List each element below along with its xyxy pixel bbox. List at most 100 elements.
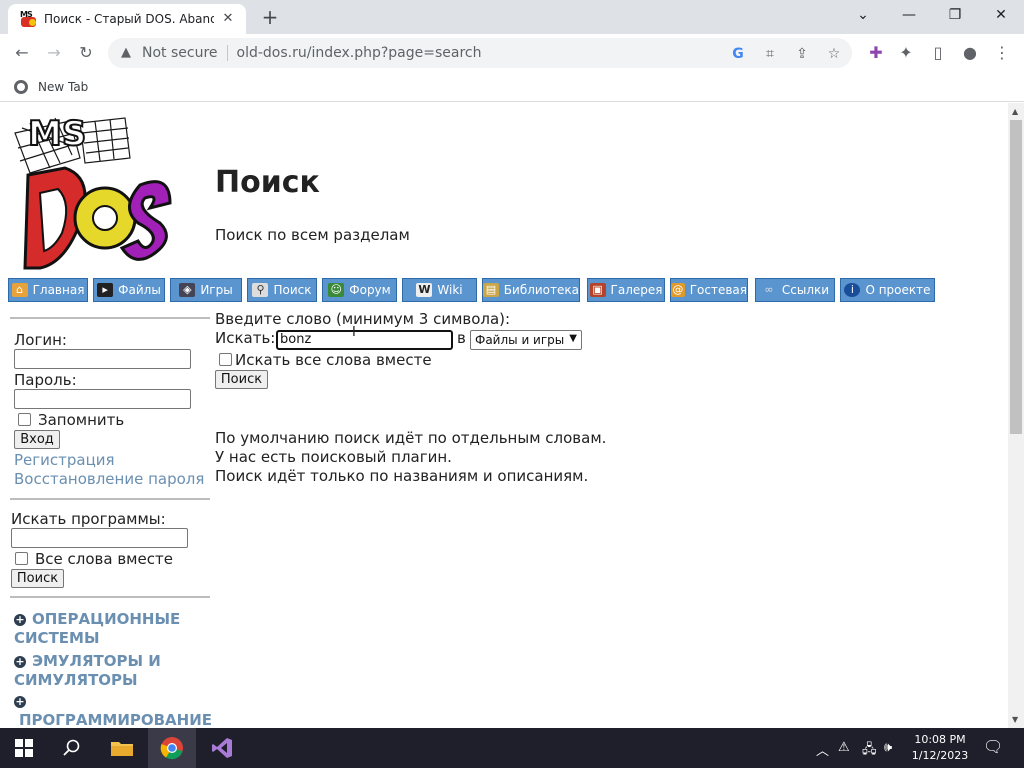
- tab-search-chevron-icon[interactable]: ⌄: [840, 0, 886, 32]
- all-words-together-checkbox[interactable]: [219, 353, 232, 366]
- share-icon[interactable]: ⇪: [792, 45, 812, 63]
- all-words-label: Все слова вместе: [35, 550, 173, 568]
- windows-start-icon[interactable]: [0, 728, 48, 768]
- expand-plus-icon[interactable]: +: [14, 614, 26, 626]
- nav-search-label: Поиск: [273, 283, 312, 297]
- register-link[interactable]: Регистрация: [14, 451, 115, 469]
- nav-about[interactable]: i О проекте: [840, 278, 935, 302]
- search-prompt: Введите слово (минимум 3 символа):: [215, 310, 511, 328]
- nav-guestbook-label: Гостевая: [689, 283, 747, 297]
- bookmark-label[interactable]: New Tab: [38, 80, 88, 94]
- visual-studio-icon[interactable]: [198, 728, 246, 768]
- file-explorer-icon[interactable]: [98, 728, 146, 768]
- nav-wiki-label: Wiki: [437, 283, 463, 297]
- category-operating-systems[interactable]: + ОПЕРАЦИОННЫЕ СИСТЕМЫ: [14, 610, 180, 648]
- search-scope-select[interactable]: Файлы и игры ▼: [470, 330, 582, 350]
- volume-icon[interactable]: 🕪: [884, 740, 892, 755]
- clock-date: 1/12/2023: [911, 749, 969, 762]
- google-icon[interactable]: G: [728, 45, 748, 63]
- dropdown-arrow-icon[interactable]: ▼: [569, 333, 577, 344]
- translate-icon[interactable]: ⌗: [760, 45, 780, 63]
- nav-files[interactable]: ▸ Файлы: [93, 278, 165, 302]
- nav-forum[interactable]: ☺ Форум: [322, 278, 397, 302]
- search-input[interactable]: bonz: [276, 330, 453, 350]
- nav-games-label: Игры: [200, 283, 233, 297]
- expand-plus-icon[interactable]: +: [14, 696, 26, 708]
- terminal-icon: ▸: [97, 283, 114, 297]
- program-search-input[interactable]: [11, 528, 188, 548]
- page-title: Поиск: [215, 165, 320, 200]
- category-label-line2[interactable]: ПРОГРАММИРОВАНИЕ: [19, 711, 212, 728]
- nav-library[interactable]: ▤ Библиотека: [482, 278, 580, 302]
- window-close-icon[interactable]: ✕: [978, 0, 1024, 32]
- nav-games[interactable]: ◈ Игры: [170, 278, 242, 302]
- info-icon: i: [844, 283, 861, 297]
- not-secure-label[interactable]: Not secure: [142, 45, 218, 61]
- sidebar-divider-3: [10, 596, 210, 598]
- extension-puzzle-purple-icon[interactable]: ✚: [864, 42, 888, 64]
- scroll-thumb[interactable]: [1010, 120, 1022, 434]
- bookmark-new-tab[interactable]: New Tab: [14, 77, 88, 97]
- password-field[interactable]: [14, 389, 191, 409]
- clock-time: 10:08 PM: [914, 733, 966, 746]
- search-label: Искать:: [215, 329, 276, 347]
- nav-search[interactable]: ⚲ Поиск: [247, 278, 317, 302]
- nav-guestbook[interactable]: @ Гостевая: [670, 278, 748, 302]
- url-text[interactable]: old-dos.ru/index.php?page=search: [237, 45, 482, 61]
- nav-wiki[interactable]: W Wiki: [402, 278, 477, 302]
- tray-chevron-icon[interactable]: ︿: [816, 740, 829, 759]
- bookmarks-bar: New Tab: [0, 72, 1024, 102]
- tab-strip: MS Поиск - Старый DOS. Abandonware ✕ + ⌄…: [0, 0, 1024, 34]
- system-clock[interactable]: 10:08 PM 1/12/2023: [905, 732, 975, 764]
- menu-kebab-icon[interactable]: ⋮: [990, 42, 1014, 64]
- program-search-label: Искать программы:: [11, 510, 166, 528]
- bookmark-star-icon[interactable]: ☆: [824, 45, 844, 63]
- tab-close-icon[interactable]: ✕: [220, 11, 236, 27]
- sidebar-search-button[interactable]: Поиск: [11, 569, 64, 588]
- notifications-icon[interactable]: 🗨: [983, 737, 1003, 756]
- network-icon[interactable]: 🖧: [862, 740, 877, 762]
- expand-plus-icon[interactable]: +: [14, 656, 26, 668]
- warning-icon[interactable]: ▲: [118, 45, 134, 61]
- security-tray-icon[interactable]: ⚠: [838, 740, 850, 755]
- remember-checkbox[interactable]: [18, 413, 31, 426]
- nav-gallery[interactable]: ▣ Галерея: [587, 278, 665, 302]
- svg-text:MS: MS: [28, 114, 86, 154]
- address-bar[interactable]: ▲ Not secure old-dos.ru/index.php?page=s…: [108, 38, 852, 68]
- person-icon: ☺: [328, 283, 345, 297]
- all-words-checkbox[interactable]: [15, 552, 28, 565]
- category-label[interactable]: ОПЕРАЦИОННЫЕ: [32, 610, 180, 628]
- scroll-down-icon[interactable]: ▼: [1012, 715, 1018, 724]
- category-label[interactable]: ЭМУЛЯТОРЫ И: [32, 652, 161, 670]
- nav-home[interactable]: ⌂ Главная: [8, 278, 88, 302]
- nav-links[interactable]: ∞ Ссылки: [755, 278, 835, 302]
- restore-password-link[interactable]: Восстановление пароля: [14, 470, 204, 488]
- forward-icon[interactable]: →: [42, 42, 66, 64]
- new-tab-icon[interactable]: +: [258, 6, 282, 30]
- minimize-icon[interactable]: —: [886, 0, 932, 32]
- chrome-taskbar-icon[interactable]: [148, 728, 196, 768]
- browser-toolbar: ← → ↻ ▲ Not secure old-dos.ru/index.php?…: [0, 34, 1024, 72]
- browser-tab[interactable]: MS Поиск - Старый DOS. Abandonware ✕: [8, 4, 246, 34]
- in-label: в: [457, 329, 466, 347]
- search-icon[interactable]: [48, 728, 96, 768]
- book-icon: ▤: [483, 283, 499, 297]
- search-scope-value[interactable]: Файлы и игры: [475, 333, 564, 347]
- restore-icon[interactable]: ❐: [932, 0, 978, 32]
- category-label-line2[interactable]: СИМУЛЯТОРЫ: [14, 671, 138, 689]
- search-submit-button[interactable]: Поиск: [215, 370, 268, 389]
- reload-icon[interactable]: ↻: [74, 42, 98, 64]
- category-label-line2[interactable]: СИСТЕМЫ: [14, 629, 100, 647]
- category-programming[interactable]: + ПРОГРАММИРОВАНИЕ: [14, 692, 212, 728]
- login-field[interactable]: [14, 349, 191, 369]
- back-icon[interactable]: ←: [10, 42, 34, 64]
- extensions-icon[interactable]: ✦: [894, 42, 918, 64]
- password-label: Пароль:: [14, 371, 77, 389]
- side-panel-icon[interactable]: ▯: [926, 42, 950, 64]
- page-scrollbar[interactable]: ▲ ▼: [1008, 103, 1024, 728]
- category-emulators[interactable]: + ЭМУЛЯТОРЫ И СИМУЛЯТОРЫ: [14, 652, 161, 690]
- login-button[interactable]: Вход: [14, 430, 60, 449]
- profile-icon[interactable]: ●: [958, 42, 982, 64]
- nav-forum-label: Форум: [349, 283, 391, 297]
- scroll-up-icon[interactable]: ▲: [1012, 107, 1018, 116]
